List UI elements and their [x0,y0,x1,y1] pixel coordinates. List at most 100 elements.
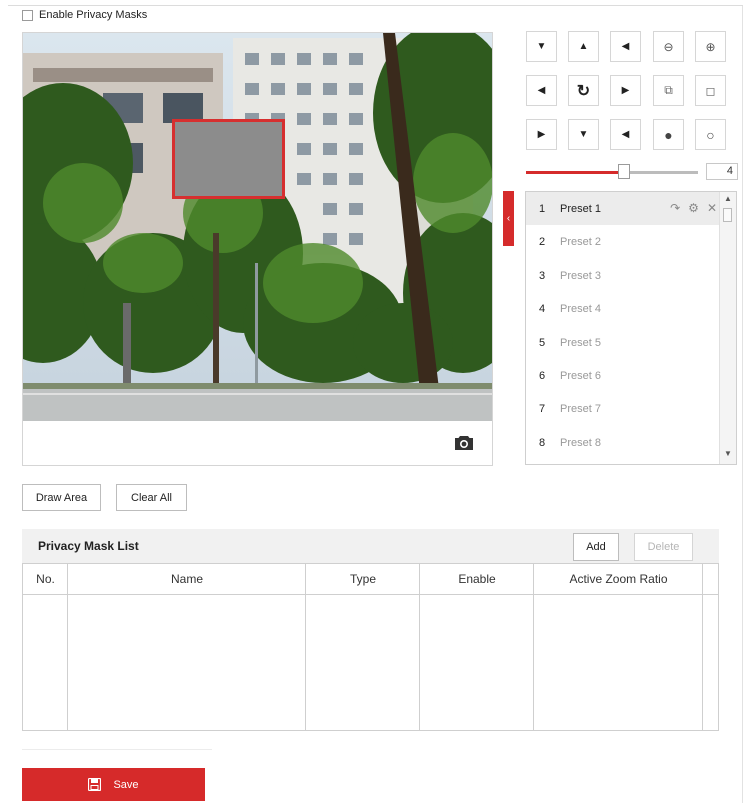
down-right-arrow-icon: ◀ [621,129,630,140]
up-left-arrow-icon: ▼ [536,41,547,52]
preset-list: 1 Preset 1 ↷ ⚙ ✕ 2 Preset 2 3 Preset 3 4… [525,191,737,465]
draw-area-button[interactable]: Draw Area [22,484,101,511]
preset-scrollbar[interactable]: ▲ ▼ [719,192,736,464]
preset-number: 3 [538,269,546,282]
privacy-mask-list-header: Privacy Mask List Add Delete [22,529,719,563]
preset-row[interactable]: 2 Preset 2 [526,225,721,258]
ptz-up-left-button[interactable]: ▼ [526,31,557,62]
preset-number: 5 [538,336,546,349]
call-preset-icon[interactable]: ↷ [670,201,680,215]
zoom-in-button[interactable]: ⊖ [653,31,684,62]
column-header-type: Type [306,564,420,595]
top-divider [8,5,743,6]
column-header-spacer [703,564,718,595]
preset-number: 4 [538,302,546,315]
preset-number: 2 [538,235,546,248]
preset-number: 6 [538,369,546,382]
iris-open-button[interactable]: ● [653,119,684,150]
preset-row[interactable]: 7 Preset 7 [526,392,721,425]
ptz-up-right-button[interactable]: ◀ [610,31,641,62]
scroll-down-icon[interactable]: ▼ [720,449,736,458]
preset-name: Preset 2 [560,235,601,248]
ptz-auto-button[interactable]: ↻ [568,75,599,106]
column-header-enable: Enable [420,564,534,595]
preset-row[interactable]: 1 Preset 1 ↷ ⚙ ✕ [526,192,721,225]
column-header-no: No. [23,564,68,595]
column-header-name: Name [68,564,306,595]
privacy-mask-list-title: Privacy Mask List [38,539,139,553]
column-header-active-zoom-ratio: Active Zoom Ratio [534,564,703,595]
speed-value[interactable]: 4 [706,163,738,180]
save-label: Save [113,778,139,791]
down-arrow-icon: ▼ [578,129,589,140]
gear-icon[interactable]: ⚙ [688,201,699,215]
focus-near-button[interactable]: ⧉ [653,75,684,106]
preset-number: 1 [538,202,546,215]
ptz-speed-slider[interactable]: 4 [526,163,738,181]
preset-row[interactable]: 5 Preset 5 [526,326,721,359]
ptz-down-left-button[interactable]: ▶ [526,119,557,150]
enable-privacy-masks-label: Enable Privacy Masks [39,9,148,21]
preset-name: Preset 1 [560,202,601,215]
save-icon [88,778,102,791]
ptz-down-right-button[interactable]: ◀ [610,119,641,150]
close-icon[interactable]: ✕ [707,201,717,215]
right-arrow-icon: ▶ [621,85,630,96]
add-button[interactable]: Add [573,533,619,561]
preset-row[interactable]: 3 Preset 3 [526,259,721,292]
column-divider [67,564,68,730]
delete-button[interactable]: Delete [634,533,693,561]
privacy-mask-table: No. Name Type Enable Active Zoom Ratio [22,563,719,731]
ptz-down-button[interactable]: ▼ [568,119,599,150]
left-arrow-icon: ◀ [537,85,546,96]
preset-number: 7 [538,402,546,415]
down-left-arrow-icon: ▶ [537,129,546,140]
iris-open-icon: ● [664,126,673,143]
preset-actions: ↷ ⚙ ✕ [670,201,717,215]
focus-far-icon: ◻ [705,83,716,98]
snapshot-camera-icon[interactable] [453,434,475,452]
clear-all-button[interactable]: Clear All [116,484,187,511]
focus-near-icon: ⧉ [664,83,673,97]
speed-slider-thumb[interactable] [618,164,630,179]
column-divider [419,564,420,730]
auto-pan-icon: ↻ [576,82,591,100]
focus-far-button[interactable]: ◻ [695,75,726,106]
ptz-left-button[interactable]: ◀ [526,75,557,106]
footer-divider [22,749,212,750]
scroll-thumb[interactable] [723,208,732,222]
speed-track-fill [526,171,624,174]
preset-name: Preset 6 [560,369,601,382]
preset-number: 8 [538,436,546,449]
up-arrow-icon: ▲ [578,41,589,52]
column-divider [702,564,703,730]
privacy-mask-area[interactable] [172,119,285,199]
scroll-up-icon[interactable]: ▲ [720,194,736,203]
iris-close-button[interactable]: ○ [695,119,726,150]
enable-privacy-masks-checkbox[interactable] [22,9,33,21]
collapse-ptz-panel-button[interactable]: ‹ [503,191,514,246]
zoom-out-button[interactable]: ⊕ [695,31,726,62]
preset-name: Preset 3 [560,269,601,282]
ptz-up-button[interactable]: ▲ [568,31,599,62]
enable-privacy-masks-row[interactable]: Enable Privacy Masks [22,9,147,21]
preset-row[interactable]: 6 Preset 6 [526,359,721,392]
street-scene-image [23,33,492,421]
preset-name: Preset 7 [560,402,601,415]
ptz-right-button[interactable]: ▶ [610,75,641,106]
column-divider [305,564,306,730]
live-view-panel [22,32,493,466]
chevron-left-icon: ‹ [506,213,511,224]
right-divider [742,6,743,803]
preset-row[interactable]: 4 Preset 4 [526,292,721,325]
preset-name: Preset 4 [560,302,601,315]
iris-close-icon: ○ [706,126,715,143]
zoom-in-icon: ⊖ [663,39,674,54]
save-button[interactable]: Save [22,768,205,801]
preset-row[interactable]: 8 Preset 8 [526,426,721,459]
zoom-out-icon: ⊕ [705,39,716,54]
live-video[interactable] [23,33,492,421]
preset-name: Preset 8 [560,436,601,449]
preset-name: Preset 5 [560,336,601,349]
column-divider [533,564,534,730]
